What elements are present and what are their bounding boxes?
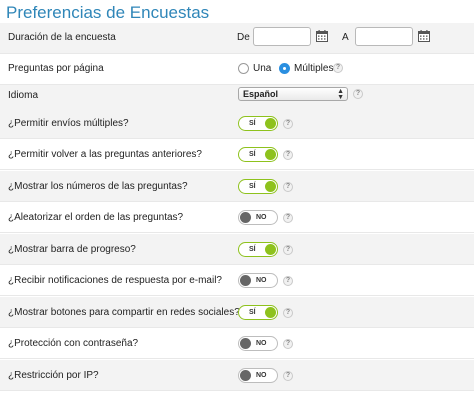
- setting-toggle[interactable]: SÍ: [238, 305, 278, 320]
- setting-row: ¿Aleatorizar el orden de las preguntas? N…: [0, 202, 474, 233]
- page-title: Preferencias de Encuestas: [6, 3, 210, 22]
- toggle-knob: [265, 244, 276, 255]
- calendar-to-icon[interactable]: [418, 30, 430, 42]
- radio-multiple-label: Múltiples: [294, 63, 334, 74]
- duration-row: Duración de la encuesta De A: [0, 23, 474, 54]
- calendar-from-icon[interactable]: [316, 30, 328, 42]
- toggle-knob: [265, 307, 276, 318]
- help-icon[interactable]: ?: [283, 245, 293, 255]
- date-from-input[interactable]: [253, 27, 311, 46]
- toggle-knob: [265, 118, 276, 129]
- setting-toggle[interactable]: SÍ: [238, 147, 278, 162]
- toggle-state-label: NO: [256, 277, 267, 284]
- toggle-knob: [265, 149, 276, 160]
- setting-toggle[interactable]: SÍ: [238, 116, 278, 131]
- help-icon[interactable]: ?: [283, 119, 293, 129]
- toggle-state-label: SÍ: [249, 183, 256, 190]
- setting-label: ¿Aleatorizar el orden de las preguntas?: [8, 212, 184, 223]
- help-icon[interactable]: ?: [283, 276, 293, 286]
- help-icon[interactable]: ?: [283, 150, 293, 160]
- help-icon[interactable]: ?: [283, 339, 293, 349]
- setting-row: ¿Restricción por IP? NO?: [0, 360, 474, 391]
- language-label: Idioma: [8, 90, 39, 101]
- questions-per-page-row: Preguntas por página Una Múltiples ?: [0, 54, 474, 85]
- setting-row: ¿Permitir volver a las preguntas anterio…: [0, 139, 474, 170]
- toggle-knob: [240, 275, 251, 286]
- setting-row: ¿Mostrar los números de las preguntas? SÍ…: [0, 171, 474, 202]
- setting-label: ¿Mostrar botones para compartir en redes…: [8, 307, 240, 318]
- toggle-state-label: SÍ: [249, 120, 256, 127]
- help-icon[interactable]: ?: [333, 63, 343, 73]
- setting-label: ¿Protección con contraseña?: [8, 338, 139, 349]
- help-icon[interactable]: ?: [353, 89, 363, 99]
- toggle-state-label: SÍ: [249, 309, 256, 316]
- setting-row: ¿Protección con contraseña? NO?: [0, 328, 474, 359]
- setting-toggle[interactable]: NO: [238, 336, 278, 351]
- language-selected-value: Español: [243, 89, 279, 99]
- date-from-label: De: [237, 32, 250, 43]
- setting-label: ¿Mostrar barra de progreso?: [8, 244, 136, 255]
- help-icon[interactable]: ?: [283, 371, 293, 381]
- toggle-knob: [240, 338, 251, 349]
- toggle-knob: [265, 181, 276, 192]
- setting-toggle[interactable]: NO: [238, 368, 278, 383]
- setting-row: ¿Mostrar botones para compartir en redes…: [0, 297, 474, 328]
- language-select[interactable]: Español ▲ ▼: [238, 87, 348, 101]
- select-arrows-icon: ▲ ▼: [337, 88, 344, 101]
- toggle-state-label: NO: [256, 372, 267, 379]
- setting-label: ¿Permitir envíos múltiples?: [8, 118, 129, 129]
- help-icon[interactable]: ?: [283, 308, 293, 318]
- radio-one-label: Una: [253, 63, 272, 74]
- setting-toggle[interactable]: NO: [238, 210, 278, 225]
- toggle-knob: [240, 212, 251, 223]
- toggle-state-label: SÍ: [249, 246, 256, 253]
- setting-row: ¿Mostrar barra de progreso? SÍ?: [0, 234, 474, 265]
- help-icon[interactable]: ?: [283, 213, 293, 223]
- setting-toggle[interactable]: NO: [238, 273, 278, 288]
- setting-label: ¿Mostrar los números de las preguntas?: [8, 181, 188, 192]
- radio-multiple[interactable]: [279, 63, 290, 74]
- setting-label: ¿Restricción por IP?: [8, 370, 99, 381]
- questions-per-page-label: Preguntas por página: [8, 63, 104, 74]
- toggle-knob: [240, 370, 251, 381]
- setting-toggle[interactable]: SÍ: [238, 179, 278, 194]
- date-to-label: A: [342, 32, 349, 43]
- setting-row: ¿Recibir notificaciones de respuesta por…: [0, 265, 474, 296]
- setting-label: ¿Permitir volver a las preguntas anterio…: [8, 149, 202, 160]
- setting-label: ¿Recibir notificaciones de respuesta por…: [8, 275, 222, 286]
- help-icon[interactable]: ?: [283, 182, 293, 192]
- setting-toggle[interactable]: SÍ: [238, 242, 278, 257]
- date-to-input[interactable]: [355, 27, 413, 46]
- toggle-state-label: NO: [256, 214, 267, 221]
- radio-one[interactable]: [238, 63, 249, 74]
- setting-row: ¿Permitir envíos múltiples? SÍ?: [0, 108, 474, 139]
- duration-label: Duración de la encuesta: [8, 32, 116, 43]
- toggle-state-label: NO: [256, 340, 267, 347]
- toggle-state-label: SÍ: [249, 151, 256, 158]
